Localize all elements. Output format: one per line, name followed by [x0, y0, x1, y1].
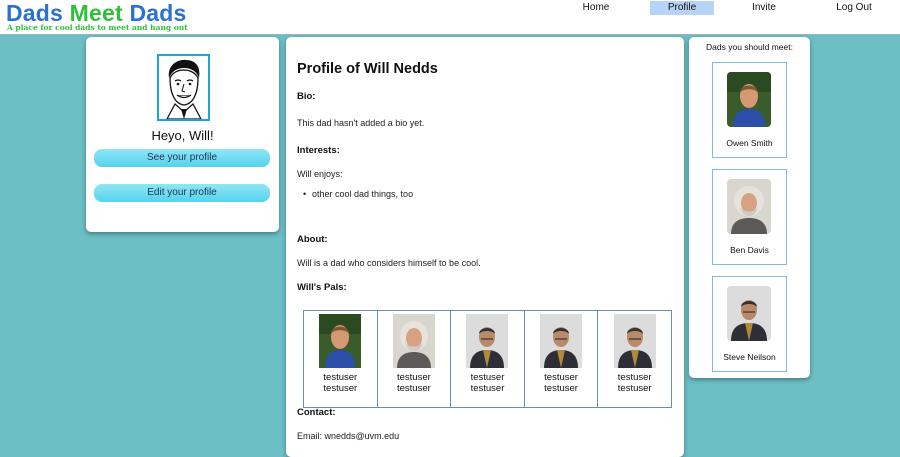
nav-invite[interactable]: Invite: [728, 1, 800, 15]
see-profile-button[interactable]: See your profile: [94, 149, 270, 167]
pal-last-name: testuser: [617, 383, 652, 394]
pal-card[interactable]: testuser testuser: [378, 311, 452, 407]
interest-item: other cool dad things, too: [303, 189, 413, 199]
suggestion-item[interactable]: Steve Neilson: [712, 276, 787, 372]
profile-card: Profile of Will Nedds Bio: This dad hasn…: [286, 37, 684, 457]
bio-label: Bio:: [297, 91, 316, 102]
pal-name: testuser testuser: [598, 372, 671, 394]
interests-intro: Will enjoys:: [297, 169, 343, 179]
edit-profile-button[interactable]: Edit your profile: [94, 184, 270, 202]
pal-first-name: testuser: [323, 372, 358, 383]
pal-first-name: testuser: [617, 372, 652, 383]
pal-name: testuser testuser: [304, 372, 377, 394]
suggestions-card: Dads you should meet: Owen Smith Ben Dav…: [689, 37, 810, 378]
pal-photo: [540, 314, 583, 368]
pal-photo: [319, 314, 362, 368]
user-avatar: [157, 54, 210, 121]
suggestion-item[interactable]: Ben Davis: [712, 169, 787, 265]
pal-last-name: testuser: [396, 383, 431, 394]
interests-label: Interests:: [297, 145, 340, 156]
pal-last-name: testuser: [544, 383, 578, 394]
pal-first-name: testuser: [470, 372, 505, 383]
greeting-text: Heyo, Will!: [151, 128, 214, 143]
pal-last-name: testuser: [323, 383, 358, 394]
suggestion-name: Ben Davis: [730, 245, 769, 255]
pal-last-name: testuser: [470, 383, 505, 394]
pal-photo: [392, 314, 435, 368]
nav-home[interactable]: Home: [560, 1, 632, 15]
contact-email[interactable]: Email: wnedds@uvm.edu: [297, 431, 399, 441]
about-label: About:: [297, 234, 328, 245]
suggestion-name: Steve Neilson: [723, 352, 776, 362]
top-bar: Dads Meet Dads A place for cool dads to …: [0, 0, 900, 35]
pal-card[interactable]: testuser testuser: [525, 311, 599, 407]
pal-card[interactable]: testuser testuser: [598, 311, 671, 407]
profile-title: Profile of Will Nedds: [297, 61, 438, 77]
contact-label: Contact:: [297, 407, 336, 418]
pal-name: testuser testuser: [525, 372, 598, 394]
pal-photo: [613, 314, 656, 368]
about-text: Will is a dad who considers himself to b…: [297, 258, 481, 268]
suggestion-photo: [727, 179, 771, 234]
pals-grid: testuser testuser testuser testuser test…: [303, 310, 672, 408]
pal-first-name: testuser: [396, 372, 431, 383]
pals-label: Will's Pals:: [297, 282, 347, 293]
pal-first-name: testuser: [544, 372, 578, 383]
bio-text: This dad hasn't added a bio yet.: [297, 118, 425, 128]
pal-photo: [466, 314, 509, 368]
user-card: Heyo, Will! See your profile Edit your p…: [86, 37, 279, 232]
nav-logout[interactable]: Log Out: [818, 1, 890, 15]
pal-name: testuser testuser: [451, 372, 524, 394]
pal-card[interactable]: testuser testuser: [304, 311, 378, 407]
pal-card[interactable]: testuser testuser: [451, 311, 525, 407]
suggestions-title: Dads you should meet:: [706, 42, 793, 52]
nav-profile[interactable]: Profile: [650, 1, 714, 15]
site-tagline: A place for cool dads to meet and hang o…: [7, 23, 188, 32]
suggestion-photo: [727, 286, 771, 341]
suggestion-photo: [727, 72, 771, 127]
suggestion-name: Owen Smith: [726, 138, 773, 148]
pal-name: testuser testuser: [378, 372, 451, 394]
suggestion-item[interactable]: Owen Smith: [712, 62, 787, 158]
